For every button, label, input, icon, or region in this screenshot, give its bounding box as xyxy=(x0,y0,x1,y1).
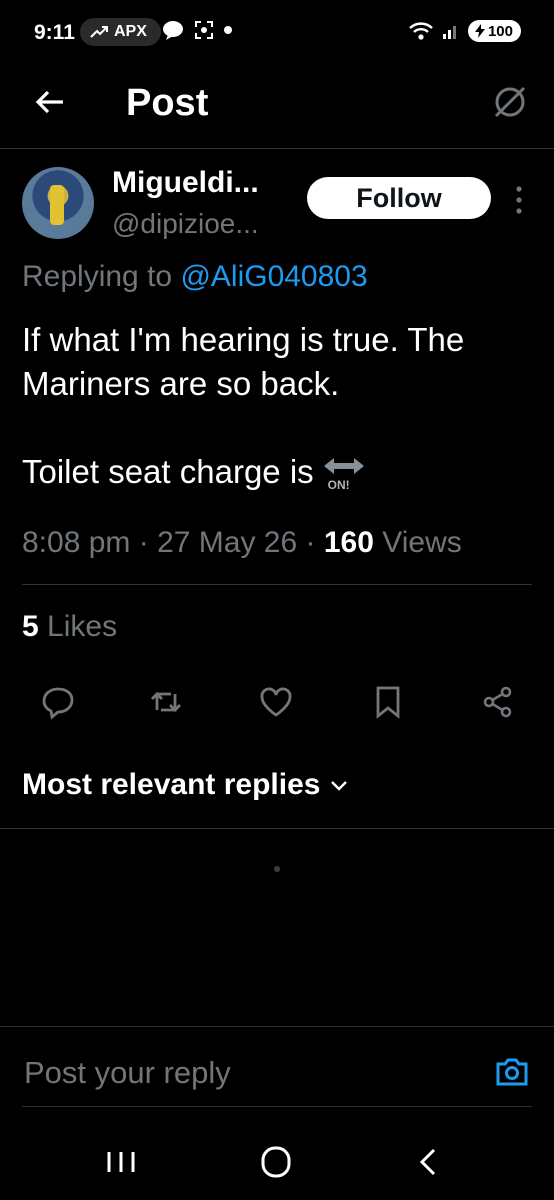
battery-level: 100 xyxy=(487,22,513,40)
bookmark-icon[interactable] xyxy=(370,684,406,720)
on-arrow-emoji: ON! xyxy=(322,454,366,494)
replying-mention-link[interactable]: @AliG040803 xyxy=(180,260,367,293)
avatar[interactable] xyxy=(22,167,94,239)
share-icon[interactable] xyxy=(480,684,516,720)
wifi-icon xyxy=(409,22,433,40)
post-time: 8:08 pm xyxy=(22,526,131,559)
likes-count: 5 xyxy=(22,610,39,643)
likes-label: Likes xyxy=(47,610,118,643)
section-divider xyxy=(0,828,554,829)
views-count: 160 xyxy=(323,526,374,559)
recent-apps-icon[interactable] xyxy=(101,1144,141,1180)
post-body: If what I'm hearing is true. The Mariner… xyxy=(22,318,542,494)
replying-to: Replying to @AliG040803 xyxy=(22,260,368,294)
follow-button[interactable]: Follow xyxy=(307,177,491,219)
chat-bubble-icon xyxy=(163,21,183,40)
grok-icon[interactable] xyxy=(490,82,530,122)
status-time: 9:11 xyxy=(34,21,75,44)
repost-icon[interactable] xyxy=(148,684,184,720)
camera-icon[interactable] xyxy=(494,1054,530,1090)
battery-indicator: 100 xyxy=(467,20,521,42)
likes-count-link[interactable]: 5 Likes xyxy=(22,610,117,644)
post-text-line2: Toilet seat charge is xyxy=(22,453,314,490)
like-heart-icon[interactable] xyxy=(258,684,294,720)
reply-sort-dropdown[interactable]: Most relevant replies xyxy=(22,768,348,802)
action-bar xyxy=(0,684,554,724)
notification-icons xyxy=(162,20,232,40)
trending-icon xyxy=(90,26,108,38)
post-text-line1: If what I'm hearing is true. The Mariner… xyxy=(22,321,465,402)
dot-icon xyxy=(224,26,232,34)
page-title: Post xyxy=(126,82,209,124)
screenshot-icon xyxy=(195,21,213,39)
apx-label: APX xyxy=(114,23,147,40)
post-date: 27 May 26 xyxy=(157,526,298,559)
system-nav-bar xyxy=(0,1128,554,1200)
charging-icon xyxy=(474,24,485,38)
chevron-down-icon xyxy=(331,781,348,791)
replying-prefix: Replying to xyxy=(22,260,181,293)
post-text-line2-wrapper: Toilet seat charge is ON! xyxy=(22,450,542,494)
more-options-icon[interactable] xyxy=(509,182,529,218)
reply-underline xyxy=(22,1106,532,1107)
back-arrow-icon[interactable] xyxy=(32,84,68,120)
home-icon[interactable] xyxy=(256,1144,296,1180)
author-name[interactable]: Migueldi... xyxy=(112,166,259,200)
status-bar: 9:11 APX 100 xyxy=(0,0,554,64)
avatar-figure xyxy=(50,185,64,225)
emoji-on-label: ON! xyxy=(327,478,350,493)
views-label: Views xyxy=(382,526,462,559)
reply-icon[interactable] xyxy=(40,684,76,720)
apx-indicator: APX xyxy=(80,18,161,46)
divider xyxy=(22,584,532,585)
post-meta: 8:08 pm · 27 May 26 · 160 Views xyxy=(22,526,462,559)
loading-indicator xyxy=(274,866,280,872)
reply-input[interactable] xyxy=(22,1054,466,1092)
reply-box-divider xyxy=(0,1026,554,1027)
system-icons: 100 xyxy=(408,20,521,42)
back-nav-icon[interactable] xyxy=(410,1144,450,1180)
signal-icon xyxy=(442,26,456,39)
reply-sort-label: Most relevant replies xyxy=(22,768,321,801)
author-handle[interactable]: @dipizioe... xyxy=(112,208,259,240)
top-bar: Post xyxy=(0,64,554,149)
